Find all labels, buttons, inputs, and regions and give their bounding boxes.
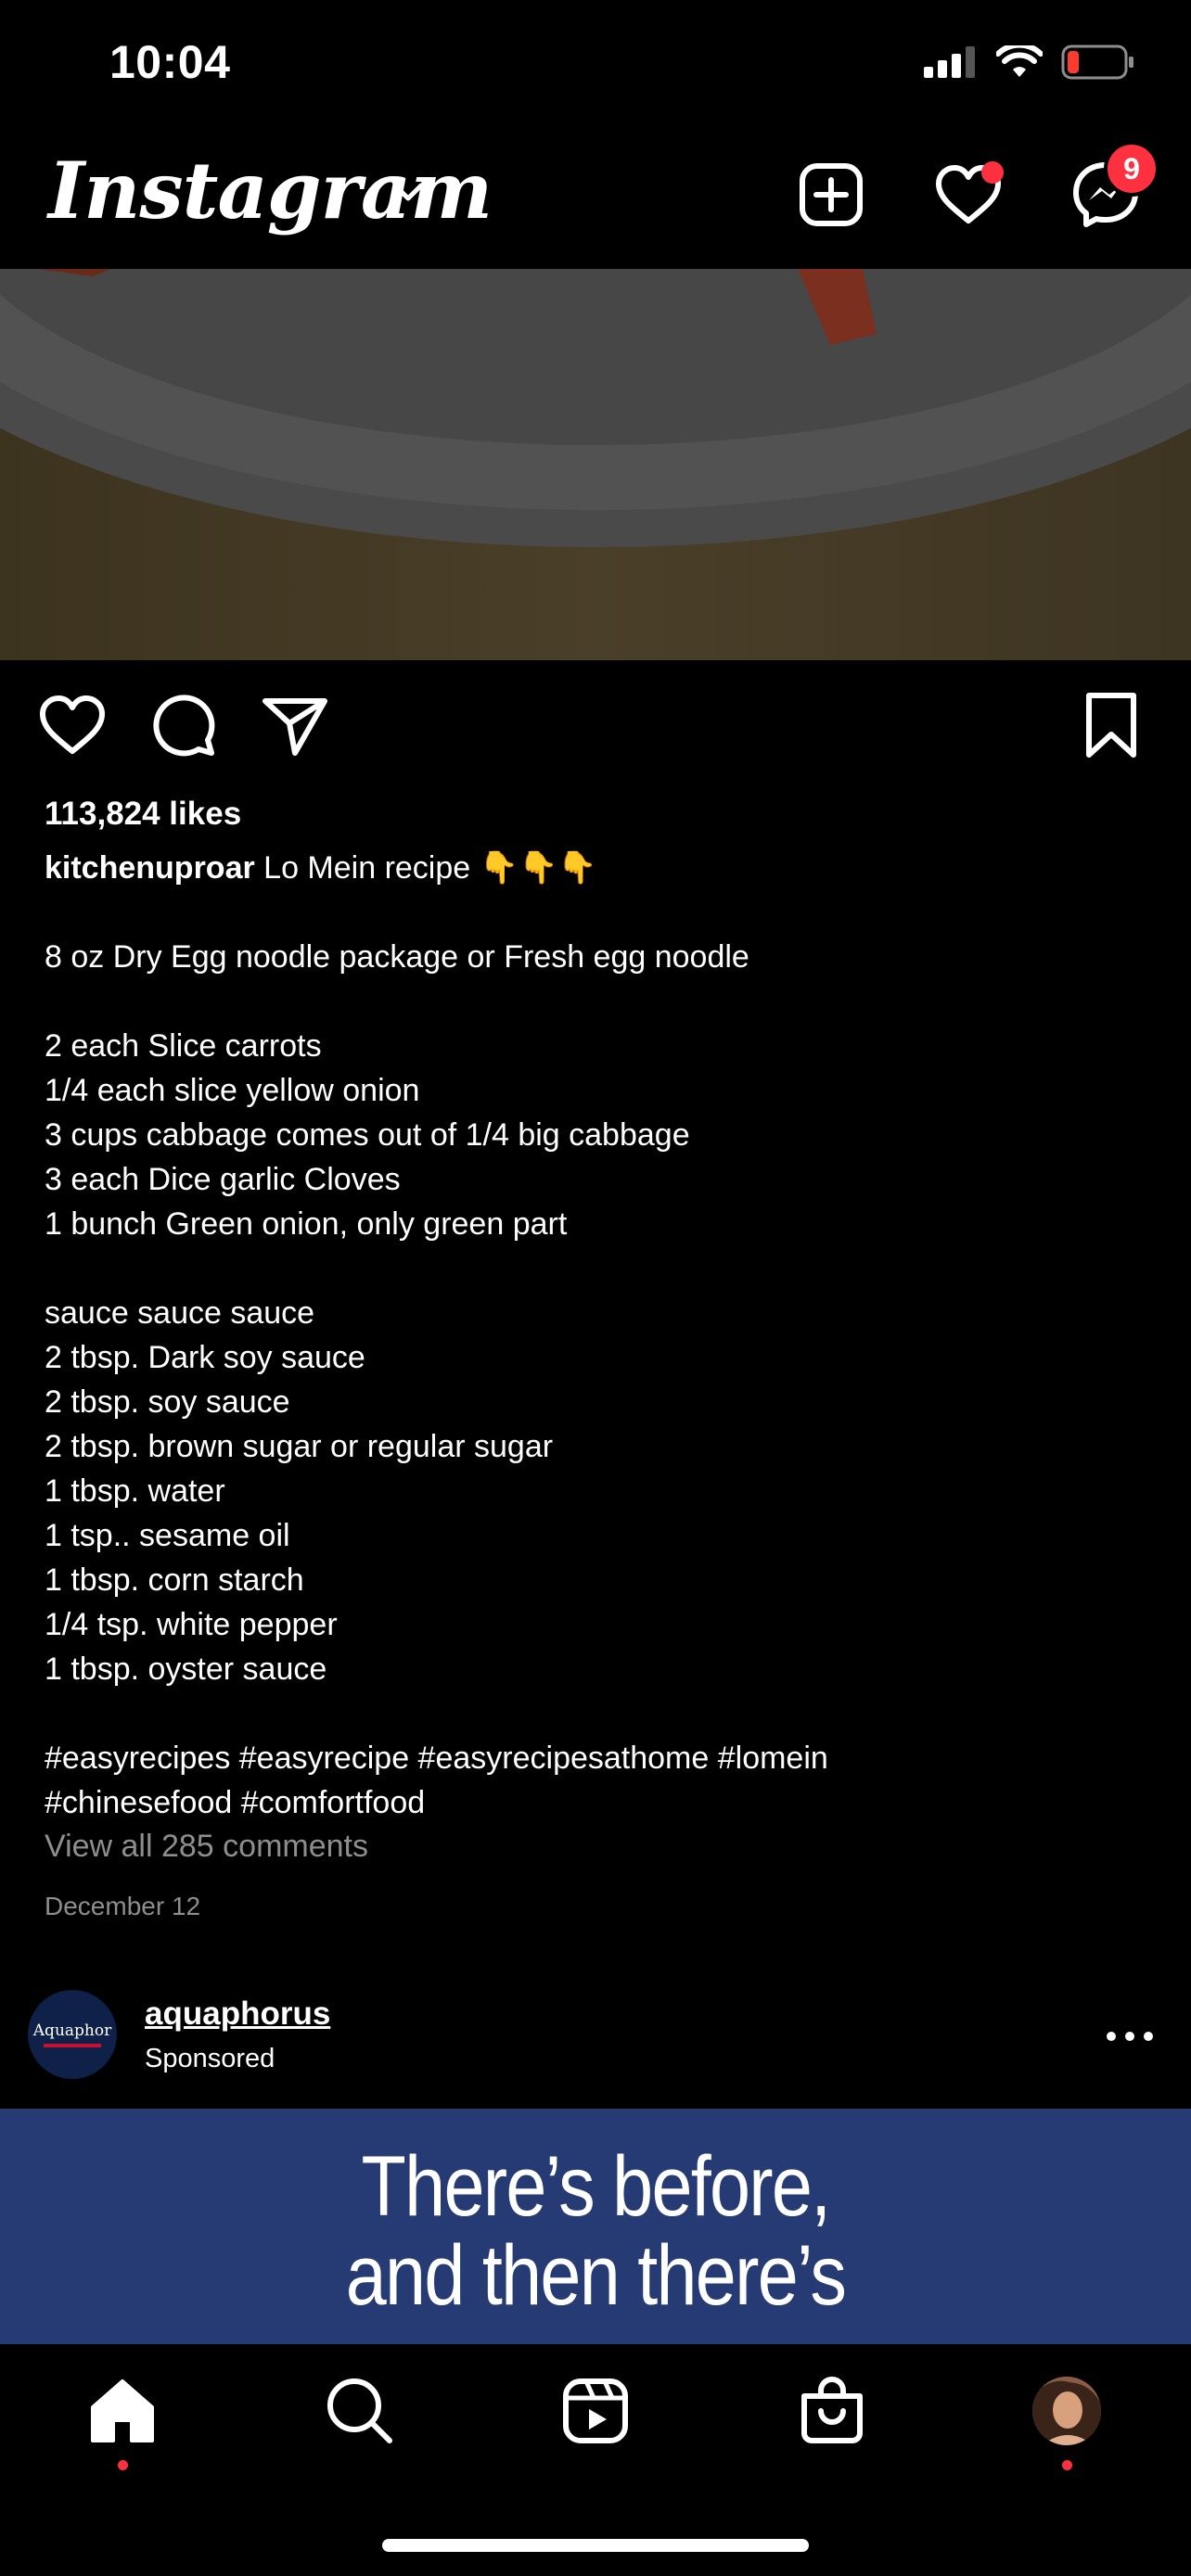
share-icon[interactable]	[258, 688, 332, 762]
ad-banner-line-2: and then there’s	[345, 2228, 847, 2323]
view-comments-link[interactable]: View all 285 comments	[45, 1829, 368, 1865]
ad-banner[interactable]: There’s before, and then there’s	[0, 2109, 1191, 2344]
ad-banner-line-1: There’s before,	[361, 2139, 832, 2234]
reels-icon[interactable]	[558, 2374, 633, 2448]
home-icon[interactable]	[85, 2374, 160, 2448]
like-heart-icon[interactable]	[35, 688, 109, 762]
home-active-dot	[118, 2460, 128, 2470]
status-time: 10:04	[109, 36, 231, 88]
shop-icon[interactable]	[795, 2374, 869, 2448]
post-date: December 12	[45, 1892, 201, 1920]
likes-count[interactable]: 113,824 likes	[45, 796, 241, 833]
messages-badge-count: 9	[1123, 151, 1140, 185]
comment-icon[interactable]	[147, 688, 221, 762]
search-icon[interactable]	[323, 2374, 397, 2448]
post-caption: kitchenuproar Lo Mein recipe 👇👇👇 8 oz Dr…	[45, 846, 1139, 1825]
wifi-icon	[996, 45, 1043, 77]
ad-avatar[interactable]: Aquaphor	[28, 1990, 117, 2079]
profile-notification-dot	[1062, 2460, 1072, 2470]
activity-dot	[981, 161, 1004, 184]
ad-avatar-bar	[44, 2044, 101, 2047]
cellular-signal-icon	[924, 46, 975, 78]
more-options-icon[interactable]	[1102, 2018, 1158, 2055]
chevron-down-icon[interactable]	[390, 176, 427, 210]
ad-avatar-brand: Aquaphor	[32, 2021, 112, 2040]
status-icons	[924, 45, 1135, 80]
home-indicator[interactable]	[382, 2539, 809, 2552]
plate-image	[0, 269, 1191, 660]
sponsored-label: Sponsored	[145, 2044, 275, 2073]
new-post-icon[interactable]	[794, 158, 868, 232]
post-video[interactable]	[0, 269, 1191, 660]
profile-avatar-image	[1032, 2377, 1101, 2445]
ad-username[interactable]: aquaphorus	[145, 1996, 330, 2033]
profile-avatar[interactable]	[1032, 2377, 1101, 2445]
caption-text: Lo Mein recipe 👇👇👇 8 oz Dry Egg noodle p…	[45, 850, 828, 1820]
save-bookmark-icon[interactable]	[1074, 688, 1148, 762]
messages-badge: 9	[1104, 141, 1159, 197]
battery-icon	[1061, 45, 1133, 80]
caption-username[interactable]: kitchenuproar	[45, 850, 255, 886]
